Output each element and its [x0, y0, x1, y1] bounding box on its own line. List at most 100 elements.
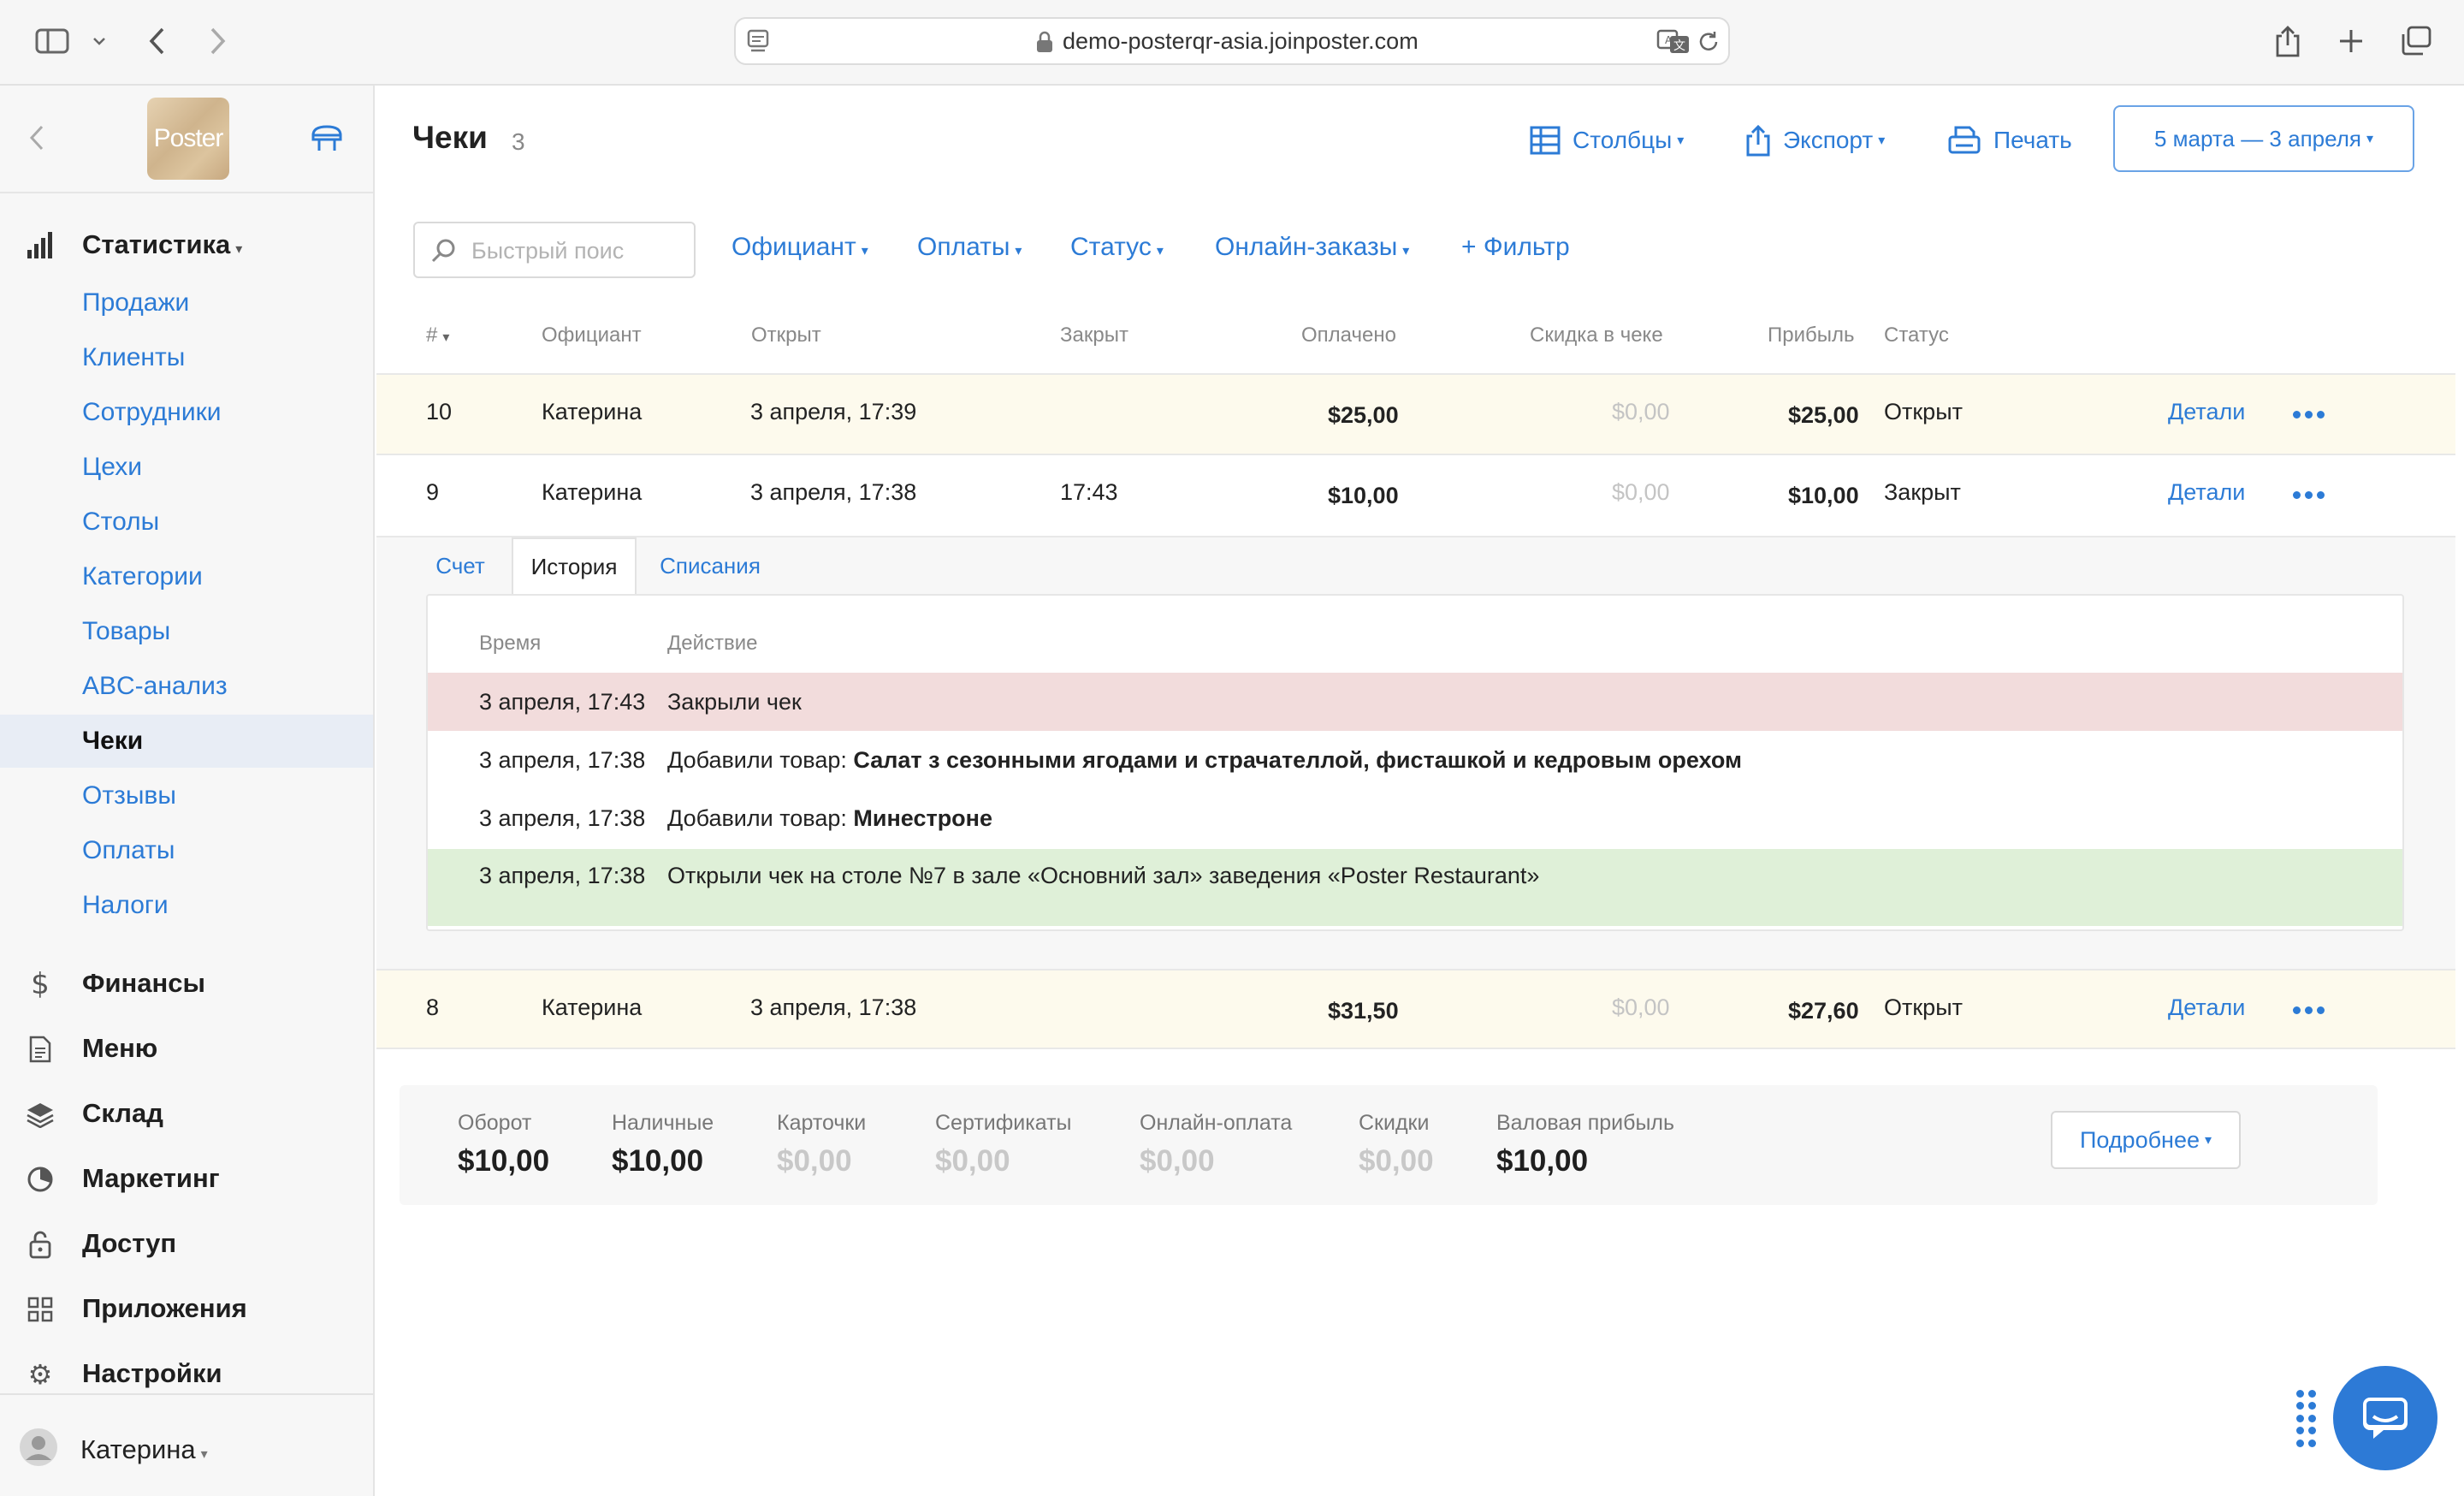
- history-table: Время Действие 3 апреля, 17:43 Закрыли ч…: [426, 594, 2404, 931]
- tab-write-offs[interactable]: Списания: [650, 537, 770, 594]
- sidebar-section-label: Маркетинг: [82, 1163, 220, 1193]
- sidebar-section-menu[interactable]: Меню: [0, 1023, 373, 1074]
- sidebar-item-label: Столы: [82, 508, 160, 536]
- sidebar-item-label: Отзывы: [82, 781, 176, 810]
- add-filter-button[interactable]: + Фильтр: [1461, 233, 1570, 262]
- row-number: 10: [426, 399, 453, 424]
- sidebar-section-access[interactable]: Доступ: [0, 1218, 373, 1269]
- table-row[interactable]: 10 Катерина 3 апреля, 17:39 $25,00 $0,00…: [376, 373, 2455, 454]
- sidebar-item-taxes[interactable]: Налоги: [0, 879, 373, 932]
- row-number: 8: [426, 994, 440, 1020]
- summary-certificates: Сертификаты $0,00: [935, 1111, 1072, 1178]
- sidebar-section-apps[interactable]: Приложения: [0, 1283, 373, 1334]
- history-header-time: Время: [479, 632, 542, 655]
- sidebar-item-tables[interactable]: Столы: [0, 496, 373, 549]
- column-header-profit[interactable]: Прибыль: [1768, 324, 1855, 347]
- row-opened: 3 апреля, 17:39: [750, 399, 917, 424]
- more-actions-icon[interactable]: [2293, 1006, 2325, 1014]
- export-label: Экспорт: [1783, 127, 1874, 153]
- date-range-picker[interactable]: 5 марта — 3 апреля ▾: [2113, 105, 2414, 172]
- row-waiter: Катерина: [542, 994, 643, 1020]
- more-actions-icon[interactable]: [2293, 411, 2325, 419]
- sidebar-section-statistics[interactable]: Статистика ▾: [0, 219, 373, 270]
- table-row[interactable]: 8 Катерина 3 апреля, 17:38 $31,50 $0,00 …: [376, 969, 2455, 1049]
- sidebar-item-abc-analysis[interactable]: ABC-анализ: [0, 660, 373, 713]
- gear-icon: ⚙: [27, 1358, 53, 1391]
- new-tab-icon[interactable]: [2336, 21, 2366, 62]
- history-time: 3 апреля, 17:38: [479, 863, 646, 888]
- sidebar-item-label: Налоги: [82, 891, 169, 919]
- column-header-closed[interactable]: Закрыт: [1060, 324, 1128, 347]
- reload-icon[interactable]: [1696, 29, 1721, 59]
- chat-icon: [2363, 1398, 2408, 1439]
- share-icon[interactable]: [2272, 21, 2303, 62]
- history-header-action: Действие: [667, 632, 758, 655]
- sidebar-section-label: Доступ: [82, 1228, 177, 1258]
- more-actions-icon[interactable]: [2293, 491, 2325, 499]
- column-header-status[interactable]: Статус: [1884, 324, 1949, 347]
- sidebar-section-settings[interactable]: ⚙ Настройки: [0, 1348, 373, 1399]
- collapse-sidebar-icon[interactable]: [29, 125, 44, 155]
- sidebar-item-workshops[interactable]: Цехи: [0, 441, 373, 494]
- column-header-waiter[interactable]: Официант: [542, 324, 642, 347]
- summary-online-payment: Онлайн-оплата $0,00: [1140, 1111, 1293, 1178]
- chat-support-button[interactable]: [2333, 1366, 2437, 1470]
- table-row[interactable]: 9 Катерина 3 апреля, 17:38 17:43 $10,00 …: [376, 454, 2455, 534]
- columns-button[interactable]: Столбцы ▾: [1530, 118, 1684, 163]
- more-details-button[interactable]: Подробнее ▾: [2051, 1111, 2241, 1169]
- sidebar-item-receipts[interactable]: Чеки: [0, 715, 373, 768]
- row-discount: $0,00: [1612, 994, 1670, 1020]
- sidebar-item-label: Клиенты: [82, 343, 186, 371]
- sidebar-item-payments[interactable]: Оплаты: [0, 824, 373, 877]
- pie-icon: [26, 1165, 55, 1194]
- drag-handle-icon[interactable]: [2296, 1390, 2317, 1448]
- row-profit: $27,60: [1788, 998, 1859, 1024]
- forward-icon[interactable]: [205, 21, 231, 62]
- sidebar-section-finance[interactable]: $ Финансы: [0, 958, 373, 1009]
- quick-search[interactable]: [413, 222, 696, 278]
- sidebar-item-reviews[interactable]: Отзывы: [0, 769, 373, 822]
- sidebar-section-marketing[interactable]: Маркетинг: [0, 1153, 373, 1204]
- sidebar-toggle-icon[interactable]: [33, 21, 72, 62]
- filter-payments[interactable]: Оплаты ▾: [917, 233, 1022, 262]
- sidebar-item-label: Продажи: [82, 288, 190, 317]
- print-button[interactable]: Печать: [1947, 118, 2072, 163]
- tabs-overview-icon[interactable]: [2399, 21, 2433, 62]
- sidebar-section-warehouse[interactable]: Склад: [0, 1088, 373, 1139]
- tab-history[interactable]: История: [512, 537, 637, 594]
- svg-text:A: A: [1665, 34, 1673, 46]
- summary-gross-profit: Валовая прибыль $10,00: [1496, 1111, 1675, 1178]
- details-link[interactable]: Детали: [2168, 479, 2245, 506]
- sidebar-item-categories[interactable]: Категории: [0, 550, 373, 603]
- column-header-number[interactable]: # ▾: [426, 324, 449, 347]
- filter-status[interactable]: Статус ▾: [1070, 233, 1164, 262]
- history-time: 3 апреля, 17:38: [479, 746, 646, 773]
- details-link[interactable]: Детали: [2168, 399, 2245, 425]
- column-header-discount[interactable]: Скидка в чеке: [1530, 324, 1663, 347]
- filter-waiter[interactable]: Официант ▾: [732, 233, 868, 262]
- row-waiter: Катерина: [542, 479, 643, 505]
- sidebar-item-clients[interactable]: Клиенты: [0, 331, 373, 384]
- page-menu-icon[interactable]: [746, 27, 772, 59]
- search-input[interactable]: [471, 232, 685, 270]
- search-icon: [430, 237, 458, 269]
- column-header-opened[interactable]: Открыт: [751, 324, 821, 347]
- column-header-paid[interactable]: Оплачено: [1301, 324, 1396, 347]
- sidebar-user[interactable]: Катерина ▾: [0, 1393, 373, 1496]
- sidebar-item-products[interactable]: Товары: [0, 605, 373, 658]
- sidebar-item-label: Оплаты: [82, 836, 175, 864]
- pos-terminal-icon[interactable]: [310, 123, 344, 158]
- sidebar-section-label: Статистика: [82, 229, 231, 259]
- user-name: Катерина ▾: [80, 1434, 208, 1464]
- details-link[interactable]: Детали: [2168, 994, 2245, 1021]
- translate-icon[interactable]: 文A: [1656, 27, 1691, 59]
- page-title: Чеки: [412, 120, 488, 155]
- tab-bill[interactable]: Счет: [426, 537, 495, 594]
- poster-logo[interactable]: Poster: [147, 98, 229, 180]
- chevron-down-icon[interactable]: [89, 21, 110, 62]
- sidebar-item-employees[interactable]: Сотрудники: [0, 386, 373, 439]
- export-button[interactable]: Экспорт ▾: [1745, 118, 1885, 163]
- filter-online-orders[interactable]: Онлайн-заказы ▾: [1215, 233, 1409, 262]
- sidebar-item-sales[interactable]: Продажи: [0, 276, 373, 329]
- back-icon[interactable]: [144, 21, 169, 62]
